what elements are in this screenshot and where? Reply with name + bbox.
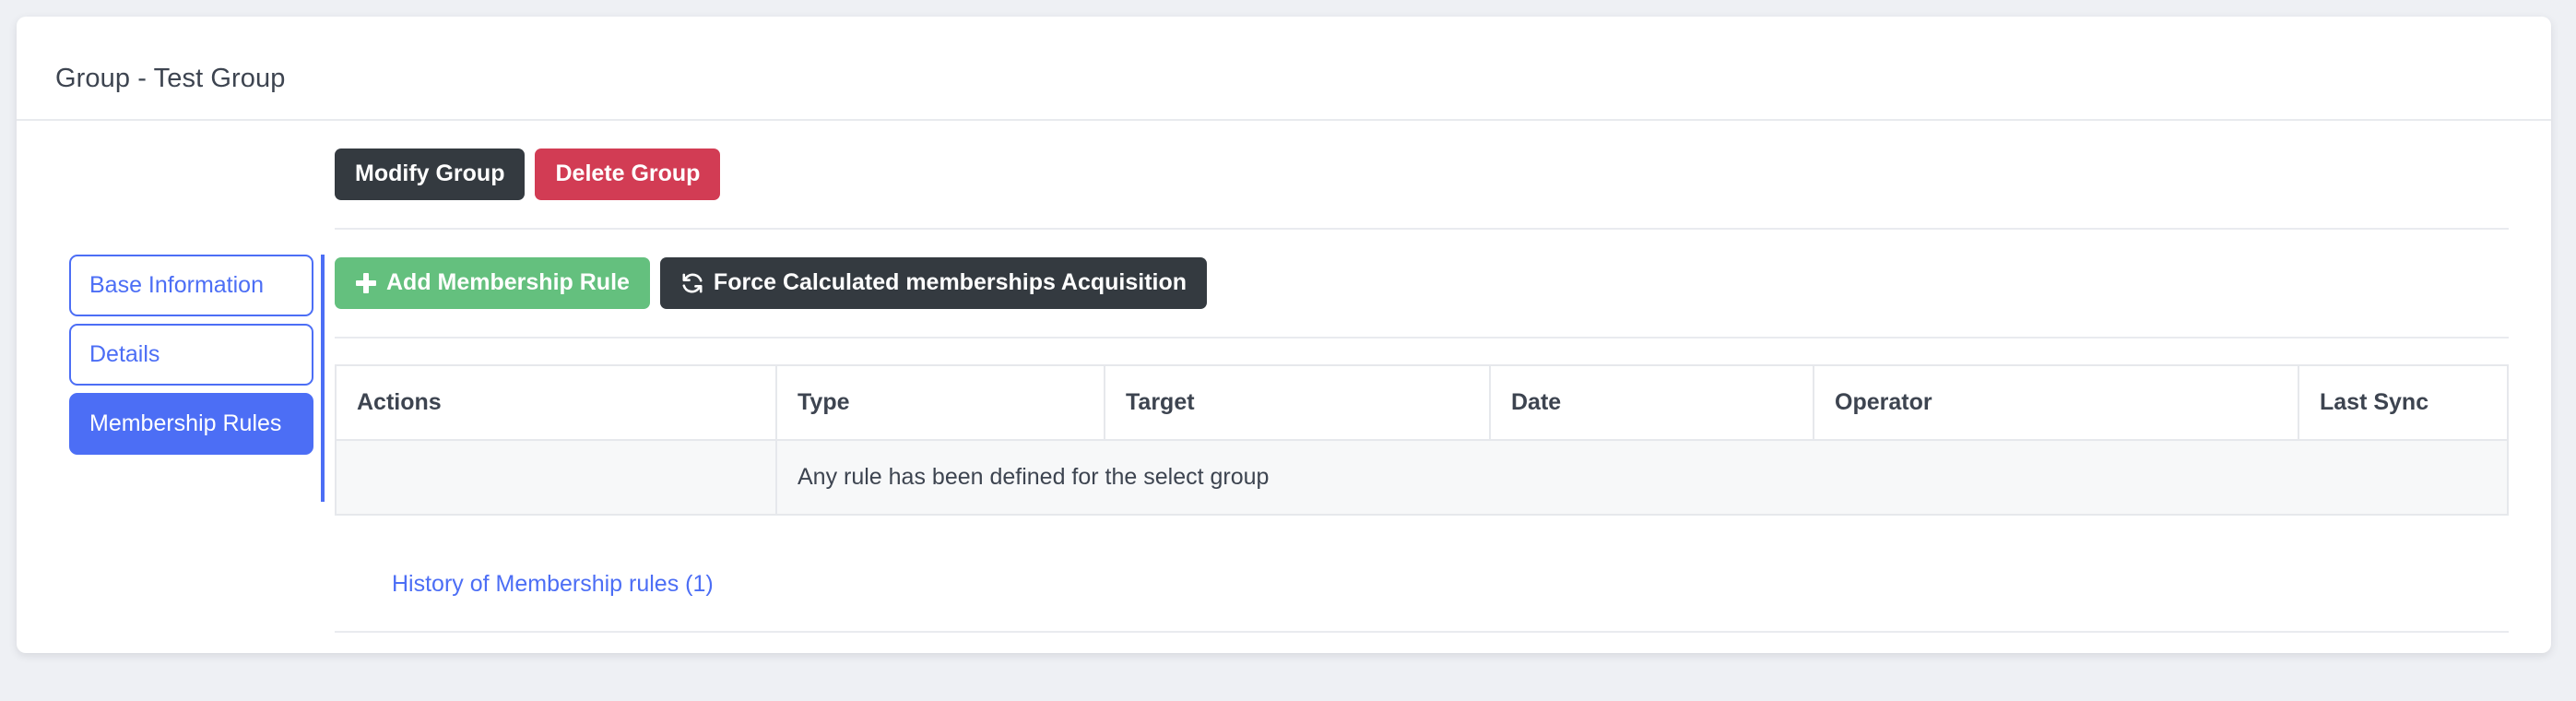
add-membership-rule-label: Add Membership Rule — [386, 269, 630, 295]
group-detail-card: Group - Test Group Base Information Deta… — [17, 17, 2551, 653]
empty-state-message: Any rule has been defined for the select… — [775, 439, 2509, 516]
table-header-row: Actions Type Target Date Operator Last S… — [335, 364, 2509, 441]
history-section: History of Membership rules (1) — [335, 516, 2509, 631]
empty-row-actions-cell — [335, 439, 777, 516]
group-action-buttons: Modify Group Delete Group — [335, 121, 2509, 228]
sync-icon — [680, 271, 704, 295]
membership-rules-table: Actions Type Target Date Operator Last S… — [335, 364, 2509, 516]
column-header-operator: Operator — [1813, 364, 2299, 441]
force-acquisition-label: Force Calculated memberships Acquisition — [713, 269, 1188, 295]
modify-group-button[interactable]: Modify Group — [335, 149, 526, 200]
sidebar-item-details[interactable]: Details — [69, 324, 313, 386]
history-of-membership-rules-link[interactable]: History of Membership rules (1) — [392, 571, 714, 597]
card-header: Group - Test Group — [17, 17, 2551, 121]
sidebar-tabs: Base Information Details Membership Rule… — [69, 255, 313, 462]
table-row: Any rule has been defined for the select… — [335, 439, 2509, 516]
membership-rules-table-wrapper: Actions Type Target Date Operator Last S… — [335, 339, 2509, 516]
delete-group-button[interactable]: Delete Group — [535, 149, 721, 200]
content-column: Modify Group Delete Group Add Membership… — [335, 121, 2509, 633]
table-head: Actions Type Target Date Operator Last S… — [335, 364, 2509, 441]
sidebar-item-label: Base Information — [89, 272, 264, 298]
column-header-target: Target — [1104, 364, 1491, 441]
column-header-last-sync: Last Sync — [2298, 364, 2509, 441]
section-divider-bottom — [335, 631, 2509, 633]
sidebar-item-label: Membership Rules — [89, 410, 282, 436]
add-membership-rule-button[interactable]: Add Membership Rule — [335, 257, 650, 309]
sidebar-item-label: Details — [89, 341, 160, 367]
column-header-date: Date — [1489, 364, 1814, 441]
plus-icon — [355, 272, 377, 294]
force-calculated-memberships-acquisition-button[interactable]: Force Calculated memberships Acquisition — [659, 257, 1208, 309]
app-page: Group - Test Group Base Information Deta… — [0, 0, 2576, 701]
sidebar-item-base-information[interactable]: Base Information — [69, 255, 313, 316]
card-body: Base Information Details Membership Rule… — [17, 121, 2551, 653]
column-header-actions: Actions — [335, 364, 777, 441]
table-body: Any rule has been defined for the select… — [335, 439, 2509, 516]
column-header-type: Type — [775, 364, 1105, 441]
sidebar-divider — [321, 255, 325, 502]
sidebar-item-membership-rules[interactable]: Membership Rules — [69, 393, 313, 455]
page-title: Group - Test Group — [55, 64, 286, 93]
rule-action-buttons: Add Membership Rule Force Calculated mem… — [335, 230, 2509, 337]
